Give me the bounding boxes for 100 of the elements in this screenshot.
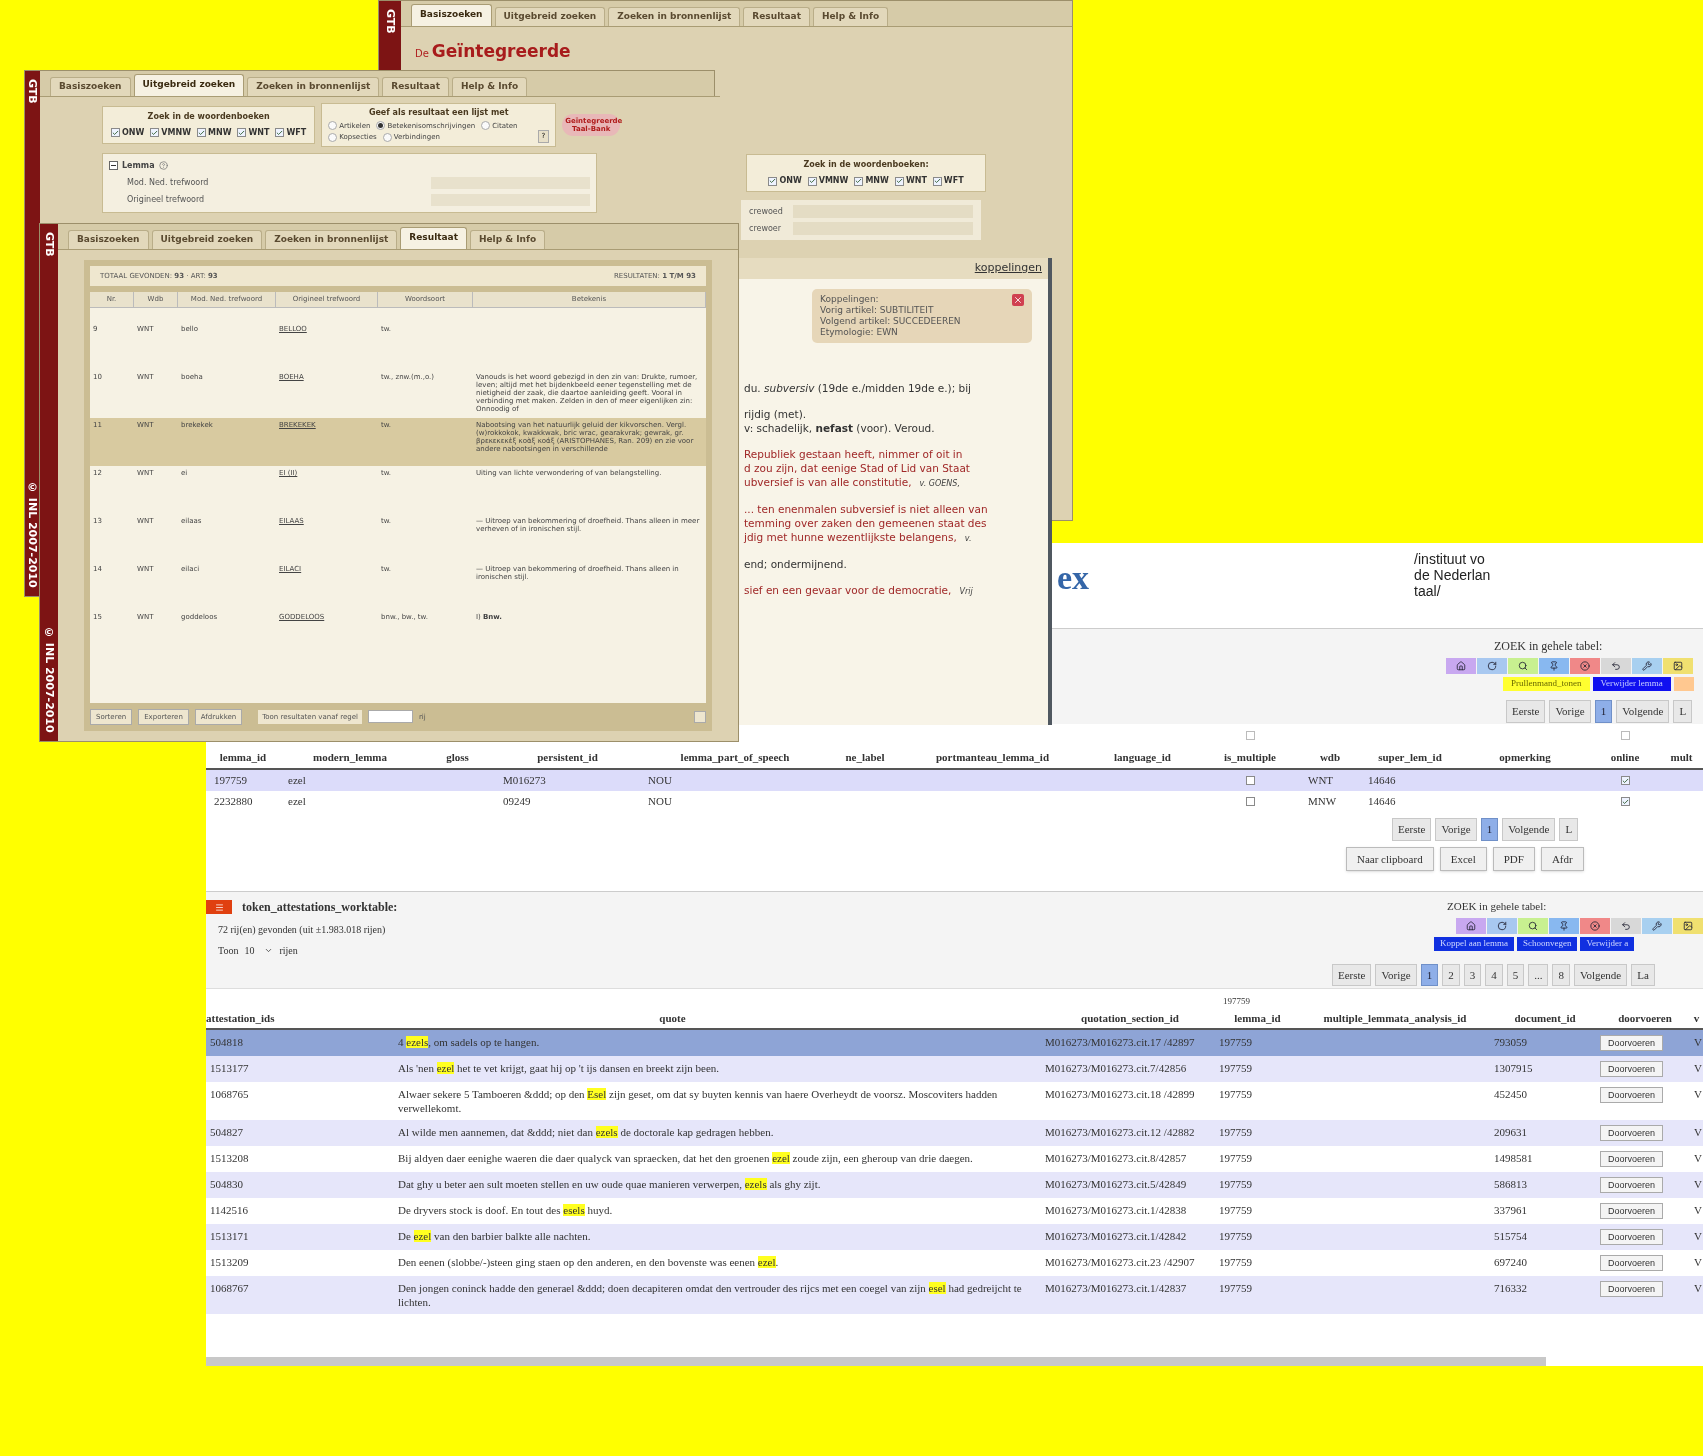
tab[interactable]: Basiszoeken bbox=[411, 4, 492, 26]
tab[interactable]: Uitgebreid zoeken bbox=[494, 7, 606, 26]
tab[interactable]: Zoeken in bronnenlijst bbox=[608, 7, 741, 26]
doorvoeren-button[interactable]: Doorvoeren bbox=[1600, 1125, 1664, 1141]
close-button[interactable] bbox=[1012, 293, 1024, 306]
page-button[interactable]: L bbox=[1673, 700, 1693, 723]
checkbox[interactable] bbox=[197, 128, 206, 137]
checkbox[interactable] bbox=[111, 128, 120, 137]
page-button[interactable]: 8 bbox=[1552, 963, 1570, 986]
page-button[interactable]: Volgende bbox=[1573, 963, 1628, 986]
page-button[interactable]: 1 bbox=[1480, 818, 1499, 841]
tab[interactable]: Basiszoeken bbox=[68, 230, 149, 249]
search-button[interactable] bbox=[1518, 917, 1548, 934]
checkbox[interactable] bbox=[932, 176, 942, 186]
column-header[interactable]: super_lem_id bbox=[1360, 748, 1460, 766]
checkbox[interactable] bbox=[807, 176, 817, 186]
doorvoeren-button[interactable]: Doorvoeren bbox=[1600, 1255, 1664, 1271]
collapse-icon[interactable] bbox=[109, 161, 118, 170]
doorvoeren-button[interactable]: Doorvoeren bbox=[1600, 1035, 1664, 1051]
column-header[interactable]: wdb bbox=[1300, 748, 1360, 766]
tab[interactable]: Zoeken in bronnenlijst bbox=[247, 77, 380, 96]
tab[interactable]: Uitgebreid zoeken bbox=[133, 74, 245, 96]
column-header[interactable]: mult bbox=[1660, 748, 1703, 766]
checkbox[interactable] bbox=[237, 128, 247, 137]
export-button[interactable]: Afdr bbox=[1540, 846, 1584, 871]
page-button[interactable]: 2 bbox=[1442, 963, 1460, 986]
koppelingen-link[interactable]: koppelingen bbox=[974, 260, 1042, 277]
page-button[interactable]: La bbox=[1631, 963, 1655, 986]
image-button[interactable] bbox=[1663, 658, 1693, 674]
pin-button[interactable] bbox=[1549, 917, 1579, 934]
result-row[interactable] bbox=[90, 417, 706, 466]
checkbox[interactable] bbox=[1620, 776, 1630, 785]
checkbox[interactable] bbox=[150, 128, 160, 137]
table-row[interactable]: 504827 Al wilde men aannemen, dat &ddd; niet dan ezels de doctorale kap gedragen hebben. M016273/M016273.cit.12 /42882 197759 209631 Doorvoeren V bbox=[206, 1120, 1703, 1146]
column-header[interactable]: gloss bbox=[420, 748, 495, 766]
tab[interactable]: Resultaat bbox=[400, 227, 467, 249]
page-button[interactable]: Volgende bbox=[1616, 700, 1670, 723]
column-header[interactable]: attestation_ids bbox=[206, 1009, 300, 1027]
tab[interactable]: Zoeken in bronnenlijst bbox=[265, 230, 398, 249]
column-header[interactable]: document_id bbox=[1490, 1009, 1600, 1027]
radio-button[interactable] bbox=[328, 121, 338, 131]
toolbar-button[interactable]: Prullenmand_tonen bbox=[1503, 677, 1590, 691]
scrollbar[interactable] bbox=[206, 1357, 1546, 1366]
checkbox[interactable] bbox=[854, 176, 864, 186]
page-button[interactable]: Vorige bbox=[1375, 963, 1417, 986]
doorvoeren-button[interactable]: Doorvoeren bbox=[1600, 1087, 1664, 1103]
tab[interactable]: Help & Info bbox=[812, 7, 889, 26]
checkbox[interactable] bbox=[1620, 797, 1630, 806]
page-button[interactable]: Eerste bbox=[1332, 963, 1372, 986]
export-button[interactable]: Naar clipboard bbox=[1346, 846, 1434, 871]
refresh-button[interactable] bbox=[1487, 917, 1517, 934]
radio-button[interactable] bbox=[481, 121, 491, 131]
page-button[interactable]: 3 bbox=[1463, 963, 1482, 986]
image-button[interactable] bbox=[1673, 917, 1703, 934]
column-header[interactable]: online bbox=[1590, 748, 1660, 766]
radio-button[interactable] bbox=[382, 132, 392, 142]
page-button[interactable]: 4 bbox=[1485, 963, 1503, 986]
undo-button[interactable] bbox=[1611, 917, 1641, 934]
column-header[interactable]: quotation_section_id bbox=[1045, 1009, 1215, 1027]
page-button[interactable]: Eerste bbox=[1392, 818, 1432, 841]
column-header[interactable]: multiple_lemmata_analysis_id bbox=[1300, 1009, 1490, 1027]
page-button[interactable]: 1 bbox=[1594, 700, 1613, 723]
column-header[interactable]: lemma_part_of_speech bbox=[640, 748, 830, 766]
close-button[interactable] bbox=[1580, 917, 1610, 934]
table-row[interactable]: 1513177 Als 'nen ezel het te vet krijgt, gaat hij op 't ijs dansen en breekt zijn been. M016273/M016273.cit.7/42856 197759 1307915 Doorvoeren V bbox=[206, 1056, 1703, 1082]
checkbox[interactable] bbox=[1245, 797, 1255, 806]
wrench-button[interactable] bbox=[1632, 658, 1662, 674]
page-button[interactable]: Vorige bbox=[1435, 818, 1477, 841]
tab[interactable]: Resultaat bbox=[382, 77, 449, 96]
table-row[interactable]: 504830 Dat ghy u beter aen sult moeten stellen en uw oude quae manieren verwerpen, ezels als ghy zijt. M016273/M016273.cit.5/42849 197759 586813 Doorvoeren V bbox=[206, 1172, 1703, 1198]
tab[interactable]: Basiszoeken bbox=[50, 77, 131, 96]
tab[interactable]: Help & Info bbox=[451, 77, 528, 96]
help-icon[interactable] bbox=[158, 161, 168, 170]
toolbar-button[interactable]: Schoonvegen bbox=[1517, 936, 1578, 951]
doorvoeren-button[interactable]: Doorvoeren bbox=[1600, 1203, 1664, 1219]
close-button[interactable] bbox=[1570, 658, 1600, 674]
wrench-button[interactable] bbox=[1642, 917, 1672, 934]
column-header[interactable]: is_multiple bbox=[1200, 748, 1300, 766]
column-header[interactable]: doorvoeren bbox=[1600, 1009, 1690, 1027]
tab[interactable]: Help & Info bbox=[469, 230, 546, 249]
table-row[interactable] bbox=[206, 1276, 1703, 1314]
doorvoeren-button[interactable]: Doorvoeren bbox=[1600, 1229, 1664, 1245]
home-button[interactable] bbox=[1456, 917, 1486, 934]
search-button[interactable] bbox=[1508, 658, 1538, 674]
checkbox[interactable] bbox=[1245, 776, 1255, 785]
pin-button[interactable] bbox=[1539, 658, 1569, 674]
export-button[interactable]: PDF bbox=[1492, 846, 1535, 871]
radio-button[interactable] bbox=[376, 121, 386, 131]
home-button[interactable] bbox=[1446, 658, 1476, 674]
page-button[interactable]: ... bbox=[1528, 963, 1549, 986]
undo-button[interactable] bbox=[1601, 658, 1631, 674]
table-row[interactable]: 1513171 De ezel van den barbier balkte alle nachten. M016273/M016273.cit.1/42842 197759 515754 Doorvoeren V bbox=[206, 1224, 1703, 1250]
tab[interactable]: Uitgebreid zoeken bbox=[151, 230, 263, 249]
table-row[interactable]: 197759 ezel M016273 NOU WNT 14646 bbox=[206, 770, 1703, 791]
column-header[interactable]: opmerking bbox=[1460, 748, 1590, 766]
doorvoeren-button[interactable]: Doorvoeren bbox=[1600, 1281, 1664, 1297]
page-button[interactable]: 5 bbox=[1506, 963, 1525, 986]
filter-value[interactable]: 197759 bbox=[1215, 994, 1250, 1008]
column-header[interactable]: language_id bbox=[1085, 748, 1200, 766]
checkbox[interactable] bbox=[275, 128, 285, 137]
